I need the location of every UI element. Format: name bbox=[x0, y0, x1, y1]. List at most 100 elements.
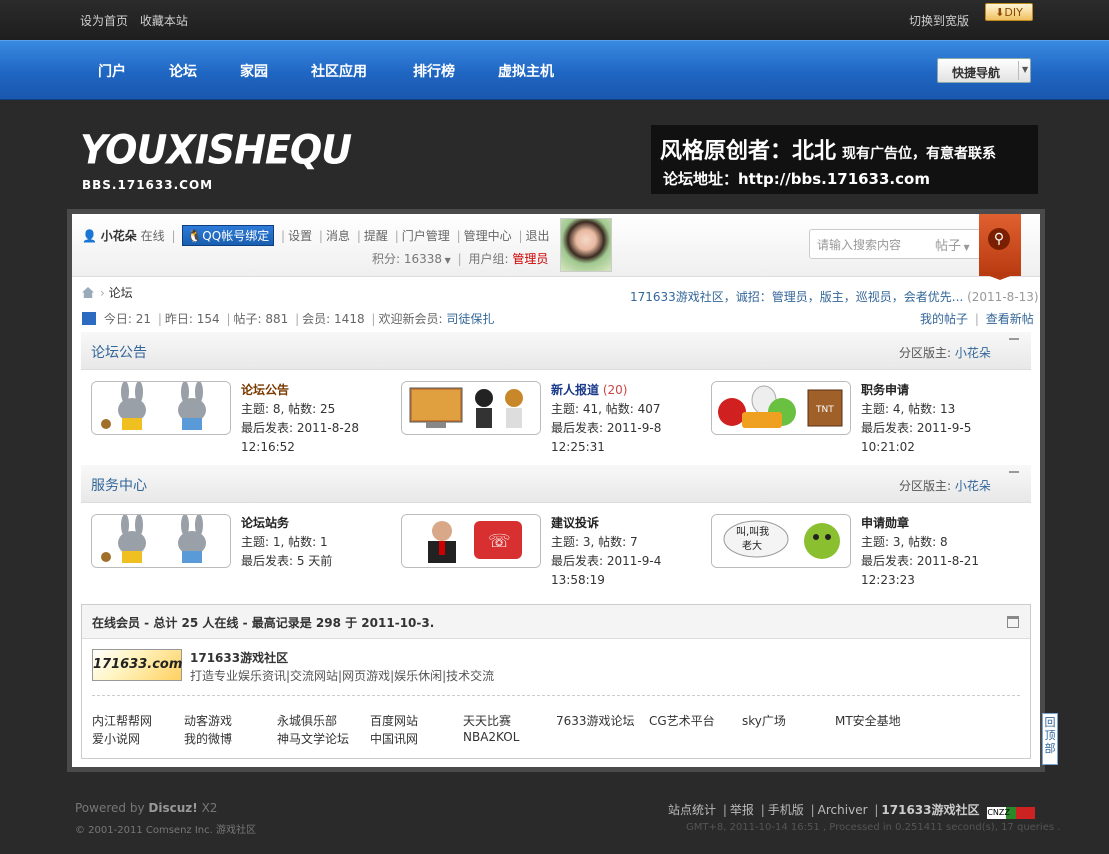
search-input[interactable]: 请输入搜索内容 bbox=[817, 236, 901, 253]
forum-name[interactable]: 建议投诉 bbox=[551, 514, 711, 533]
friend-link[interactable]: 我的微博 bbox=[184, 730, 232, 747]
settings-link[interactable]: 设置 bbox=[288, 229, 312, 243]
main-nav: 门户 论坛 家园 社区应用 排行榜 虚拟主机 快捷导航 ▼ bbox=[0, 40, 1109, 100]
newest-member-link[interactable]: 司徒保扎 bbox=[446, 312, 494, 326]
friend-link[interactable]: 爱小说网 bbox=[92, 730, 140, 747]
svg-text:老大: 老大 bbox=[742, 539, 762, 552]
forum-name[interactable]: 申请勋章 bbox=[861, 514, 979, 533]
logo-text: YOUXISHEQU bbox=[80, 126, 352, 174]
forum-last-post: 最后发表: 2011-9-4 13:58:19 bbox=[551, 554, 662, 587]
nav-item-hosting[interactable]: 虚拟主机 bbox=[498, 61, 554, 81]
category-title[interactable]: 论坛公告 bbox=[91, 342, 147, 362]
friend-link[interactable]: 内江帮帮网 bbox=[92, 712, 152, 729]
forum-item: 叫,叫我 老大 申请勋章 主题: 3, 帖数: 8 最后发表: 2011-8-2… bbox=[711, 514, 1021, 594]
points-label: 积分: bbox=[372, 252, 401, 266]
my-posts-link[interactable]: 我的帖子 bbox=[920, 312, 968, 326]
portal-admin-link[interactable]: 门户管理 bbox=[402, 229, 450, 243]
admin-center-link[interactable]: 管理中心 bbox=[464, 229, 512, 243]
collapse-icon[interactable] bbox=[1009, 338, 1019, 340]
cnzz-badge[interactable]: CNZZ bbox=[987, 807, 1036, 819]
nav-item-apps[interactable]: 社区应用 bbox=[311, 61, 367, 81]
forum-item: ☏ 建议投诉 主题: 3, 帖数: 7 最后发表: 2011-9-4 13:58… bbox=[401, 514, 711, 594]
friend-site-logo[interactable]: 171633.com bbox=[92, 649, 182, 681]
announcement: 171633游戏社区，诚招：管理员，版主，巡视员，会者优先... (2011-8… bbox=[630, 288, 1039, 305]
forum-icon[interactable]: 叫,叫我 老大 bbox=[711, 514, 851, 568]
search-box: 请输入搜索内容 帖子 ▼ bbox=[809, 229, 983, 259]
category-moderator: 分区版主: 小花朵 bbox=[899, 477, 991, 494]
announcement-link[interactable]: 171633游戏社区，诚招：管理员，版主，巡视员，会者优先... bbox=[630, 290, 963, 304]
forum-icon[interactable] bbox=[401, 381, 541, 435]
search-type-select[interactable]: 帖子 ▼ bbox=[935, 235, 970, 254]
diy-label: DIY bbox=[1004, 6, 1023, 19]
bookmark-link[interactable]: 收藏本站 bbox=[140, 14, 188, 28]
forum-icon[interactable] bbox=[91, 514, 231, 568]
friend-link[interactable]: 7633游戏论坛 bbox=[556, 712, 635, 729]
forum-name[interactable]: 职务申请 bbox=[861, 381, 1021, 400]
forum-icon[interactable]: TNT bbox=[711, 381, 851, 435]
discuz-link[interactable]: Discuz! bbox=[148, 801, 197, 815]
breadcrumb: › 论坛 bbox=[82, 284, 133, 301]
forum-stats: 今日: 21 | 昨日: 154 | 帖子: 881 | 会员: 1418 | 欢迎新会… bbox=[82, 310, 494, 327]
friend-link[interactable]: 神马文学论坛 bbox=[277, 730, 349, 747]
qq-bind-button[interactable]: 🐧QQ帐号绑定 bbox=[182, 225, 275, 246]
messages-link[interactable]: 消息 bbox=[326, 229, 350, 243]
site-name-link[interactable]: 171633游戏社区 bbox=[881, 803, 979, 817]
forum-info: 新人报道 (20) 主题: 41, 帖数: 407 最后发表: 2011-9-8… bbox=[551, 381, 711, 457]
forum-icon[interactable] bbox=[91, 381, 231, 435]
nav-item-forum[interactable]: 论坛 bbox=[169, 61, 197, 81]
friend-link[interactable]: 中国讯网 bbox=[370, 730, 418, 747]
mobile-link[interactable]: 手机版 bbox=[768, 803, 804, 817]
arrow-down-icon: ⬇ bbox=[995, 6, 1005, 19]
home-icon[interactable] bbox=[82, 287, 94, 298]
moderator-link[interactable]: 小花朵 bbox=[955, 346, 991, 360]
user-group[interactable]: 管理员 bbox=[512, 252, 548, 266]
forum-name[interactable]: 论坛公告 bbox=[241, 381, 359, 400]
site-stats-link[interactable]: 站点统计 bbox=[668, 803, 716, 817]
new-posts-link[interactable]: 查看新帖 bbox=[986, 312, 1034, 326]
expand-icon[interactable] bbox=[1007, 616, 1019, 628]
friend-link[interactable]: 天天比赛 bbox=[463, 712, 511, 729]
forum-info: 建议投诉 主题: 3, 帖数: 7 最后发表: 2011-9-4 13:58:1… bbox=[551, 514, 711, 590]
search-button[interactable]: ⚲ bbox=[979, 214, 1021, 280]
online-title[interactable]: 在线会员 - 总计 25 人在线 - 最高记录是 298 于 2011-10-3… bbox=[92, 614, 434, 631]
footer-links: 站点统计 | 举报 | 手机版 | Archiver | 171633游戏社区 CNZZ bbox=[668, 801, 1036, 819]
user-bar: 👤 小花朵 在线 | 🐧QQ帐号绑定 | 设置 | 消息 | 提醒 | 门户管理 | 管理… bbox=[72, 214, 1040, 280]
site-logo-header[interactable]: YOUXISHEQU BBS.171633.COM bbox=[78, 127, 352, 198]
moderator-link[interactable]: 小花朵 bbox=[955, 479, 991, 493]
username-link[interactable]: 小花朵 bbox=[101, 229, 137, 243]
svg-text:☏: ☏ bbox=[488, 531, 511, 552]
avatar[interactable] bbox=[560, 218, 612, 272]
friend-site-name[interactable]: 171633游戏社区 bbox=[190, 649, 288, 666]
collapse-icon[interactable] bbox=[1009, 471, 1019, 473]
points-value[interactable]: 16338 bbox=[404, 252, 442, 266]
switch-width-link[interactable]: 切换到宽版 bbox=[909, 12, 969, 29]
back-to-top-button[interactable]: 回顶部 bbox=[1042, 713, 1058, 765]
friend-link[interactable]: 百度网站 bbox=[370, 712, 418, 729]
friend-link[interactable]: 动客游戏 bbox=[184, 712, 232, 729]
category-title[interactable]: 服务中心 bbox=[91, 475, 147, 495]
logout-link[interactable]: 退出 bbox=[526, 229, 550, 243]
nav-item-home[interactable]: 家园 bbox=[240, 61, 268, 81]
forum-icon[interactable]: ☏ bbox=[401, 514, 541, 568]
diy-button[interactable]: ⬇DIY bbox=[985, 3, 1033, 21]
report-link[interactable]: 举报 bbox=[730, 803, 754, 817]
search-icon: ⚲ bbox=[988, 228, 1010, 250]
notifications-link[interactable]: 提醒 bbox=[364, 229, 388, 243]
forum-last-post: 最后发表: 2011-9-8 12:25:31 bbox=[551, 421, 662, 454]
friend-link[interactable]: 永城俱乐部 bbox=[277, 712, 337, 729]
set-home-link[interactable]: 设为首页 bbox=[80, 14, 128, 28]
friend-link[interactable]: NBA2KOL bbox=[463, 730, 519, 744]
forum-last-post: 最后发表: 2011-8-21 bbox=[861, 554, 979, 568]
forum-name[interactable]: 论坛站务 bbox=[241, 514, 332, 533]
friend-link[interactable]: MT安全基地 bbox=[835, 712, 901, 729]
yesterday-value: 154 bbox=[196, 312, 220, 326]
forum-name[interactable]: 新人报道 bbox=[551, 383, 599, 397]
nav-item-portal[interactable]: 门户 bbox=[98, 61, 126, 81]
qq-icon: 🐧 bbox=[187, 229, 203, 243]
friend-link[interactable]: CG艺术平台 bbox=[649, 712, 715, 729]
quick-nav-button[interactable]: 快捷导航 ▼ bbox=[937, 58, 1031, 83]
nav-item-ranking[interactable]: 排行榜 bbox=[413, 61, 455, 81]
forum-info: 职务申请 主题: 4, 帖数: 13 最后发表: 2011-9-5 10:21:… bbox=[861, 381, 1021, 457]
friend-link[interactable]: sky广场 bbox=[742, 712, 786, 729]
archiver-link[interactable]: Archiver bbox=[818, 803, 868, 817]
